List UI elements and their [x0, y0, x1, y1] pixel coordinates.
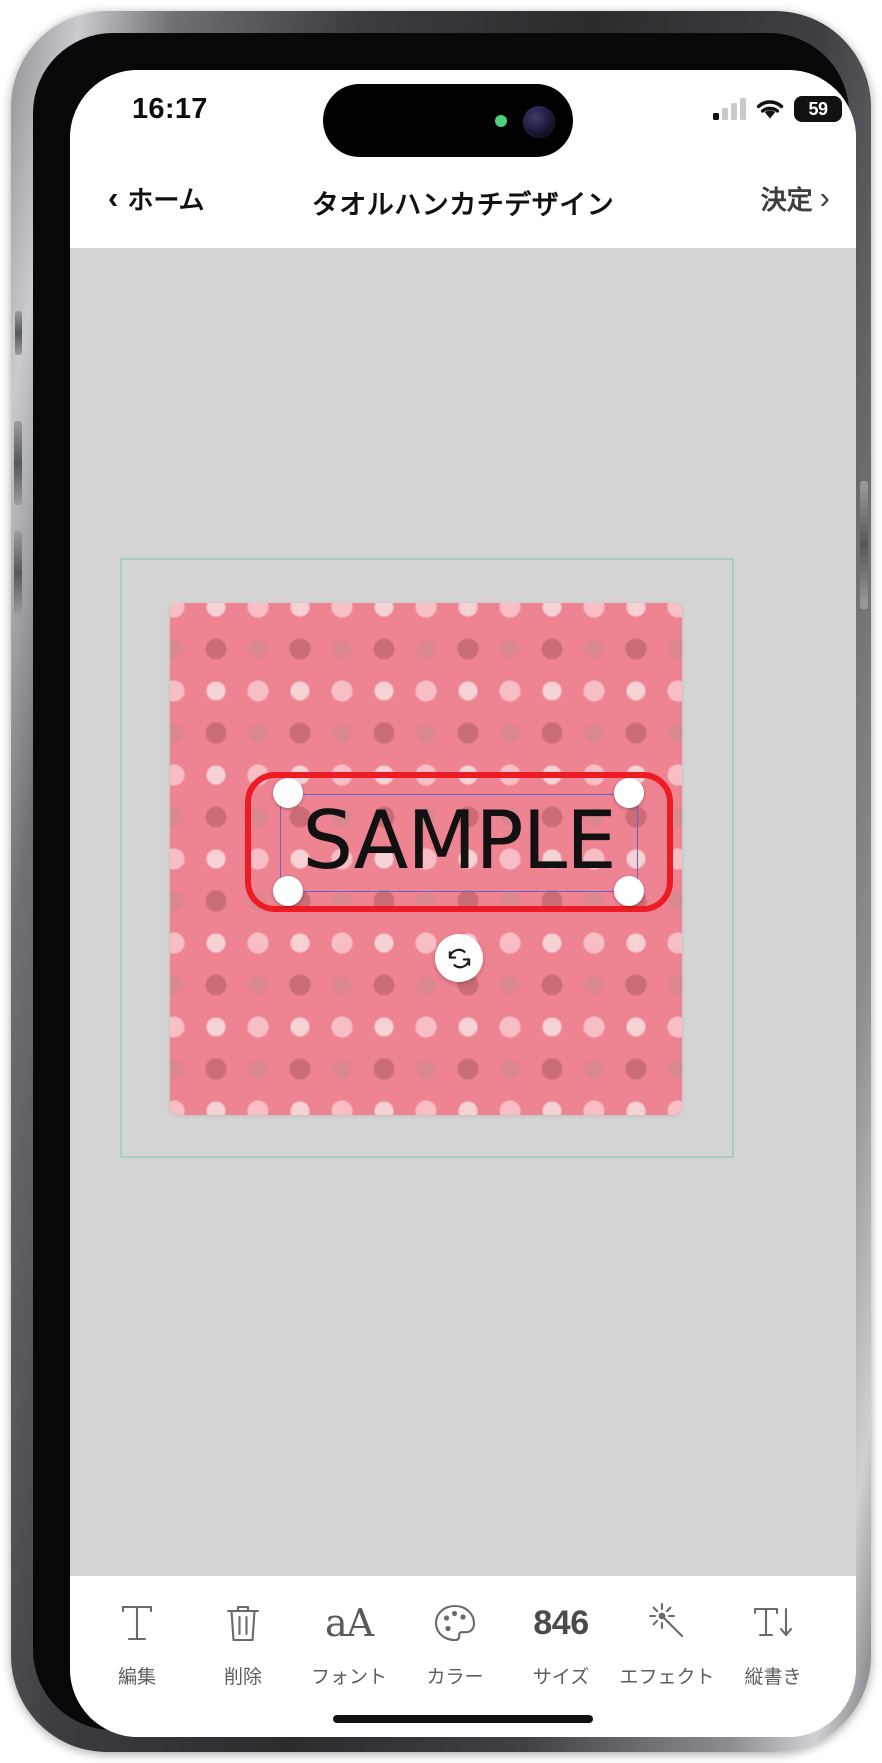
- tool-effect-label: エフェクト: [619, 1667, 715, 1688]
- battery-level: 59: [808, 98, 828, 119]
- tool-font[interactable]: aA フォント: [296, 1598, 402, 1689]
- phone-bezel: 16:17 59 ‹ ホーム タオルハンカチデザイン 決定 › SAMPLE 編…: [33, 33, 856, 1737]
- tool-size[interactable]: 846 サイズ: [508, 1598, 614, 1689]
- resize-handle-bottom-right[interactable]: [614, 876, 644, 906]
- tool-vertical-writing-label: 縦書き: [744, 1667, 802, 1688]
- status-bar: 16:17 59: [70, 70, 856, 160]
- home-indicator-bar[interactable]: [333, 1715, 593, 1723]
- tool-color-label: カラー: [426, 1667, 484, 1688]
- tool-edit[interactable]: 編集: [84, 1598, 190, 1689]
- sparkle-wand-icon: [645, 1598, 689, 1648]
- green-privacy-dot-icon: [495, 115, 507, 127]
- sample-text[interactable]: SAMPLE: [280, 788, 638, 892]
- editor-toolbar: 編集 削除 aA フォント カラー 846 サイズ エフェクト 縦書き: [70, 1576, 856, 1737]
- resize-handle-top-left[interactable]: [273, 778, 303, 808]
- status-indicators: 59: [713, 96, 842, 122]
- resize-handle-top-right[interactable]: [614, 778, 644, 808]
- tool-effect[interactable]: エフェクト: [614, 1598, 720, 1689]
- tool-size-label: サイズ: [532, 1667, 590, 1688]
- cellular-bars-icon: [713, 98, 746, 120]
- power-button[interactable]: [860, 481, 868, 609]
- text-object-selection[interactable]: SAMPLE: [245, 772, 673, 912]
- vertical-text-icon: [750, 1598, 796, 1648]
- phone-frame: 16:17 59 ‹ ホーム タオルハンカチデザイン 決定 › SAMPLE 編…: [11, 11, 871, 1752]
- silent-switch[interactable]: [15, 311, 22, 355]
- tool-delete-label: 削除: [223, 1667, 262, 1688]
- battery-icon: 59: [794, 96, 842, 122]
- front-camera-icon: [523, 106, 555, 138]
- tool-vertical-writing[interactable]: 縦書き: [720, 1598, 826, 1689]
- tool-delete[interactable]: 削除: [190, 1598, 296, 1689]
- tool-font-label: フォント: [310, 1667, 387, 1688]
- phone-screen: 16:17 59 ‹ ホーム タオルハンカチデザイン 決定 › SAMPLE 編…: [70, 70, 856, 1737]
- navigation-bar: ‹ ホーム タオルハンカチデザイン 決定 ›: [70, 160, 856, 248]
- color-palette-icon: [432, 1598, 478, 1648]
- size-value: 846: [533, 1603, 589, 1642]
- tool-edit-label: 編集: [117, 1667, 156, 1688]
- tool-color[interactable]: カラー: [402, 1598, 508, 1689]
- volume-down-button[interactable]: [14, 531, 22, 615]
- trash-icon: [223, 1598, 263, 1648]
- wifi-icon: [755, 98, 785, 120]
- text-t-icon: [115, 1598, 159, 1648]
- volume-up-button[interactable]: [14, 421, 22, 505]
- chevron-right-icon: ›: [819, 180, 830, 215]
- status-time: 16:17: [132, 93, 208, 125]
- resize-handle-bottom-left[interactable]: [273, 876, 303, 906]
- font-aa-icon: aA: [324, 1601, 374, 1645]
- confirm-button[interactable]: 決定 ›: [761, 180, 830, 217]
- confirm-button-label: 決定: [760, 185, 813, 215]
- design-canvas[interactable]: SAMPLE: [70, 248, 856, 1576]
- page-title: タオルハンカチデザイン: [311, 190, 615, 220]
- dynamic-island: [323, 84, 573, 157]
- rotate-refresh-icon[interactable]: [435, 934, 483, 982]
